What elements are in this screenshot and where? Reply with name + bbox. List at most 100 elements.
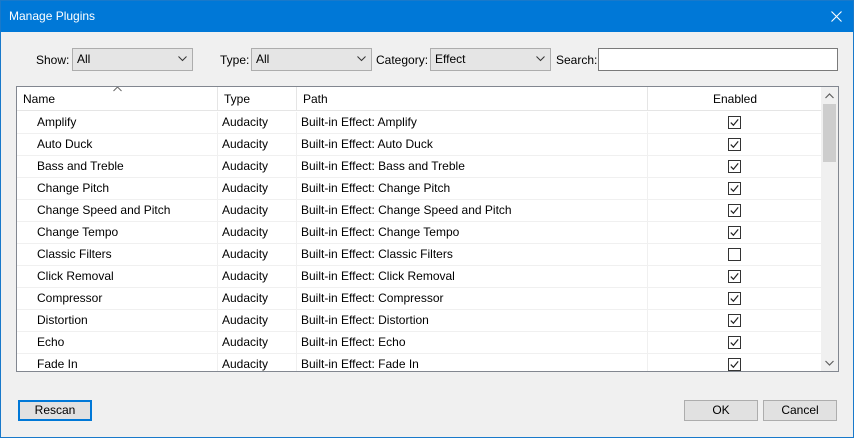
plugin-enabled-cell (648, 178, 822, 199)
plugin-name: Amplify (17, 112, 218, 133)
category-dropdown[interactable]: Effect (430, 48, 551, 71)
plugin-name: Echo (17, 332, 218, 353)
plugin-name: Compressor (17, 288, 218, 309)
plugin-type: Audacity (218, 332, 297, 353)
plugin-enabled-cell (648, 310, 822, 331)
check-icon (730, 361, 739, 369)
table-row[interactable]: Bass and Treble Audacity Built-in Effect: … (17, 156, 822, 178)
manage-plugins-dialog: Manage Plugins Show: All Type: All Categ… (0, 0, 854, 438)
plugin-path: Built-in Effect: Distortion (297, 310, 648, 331)
table-row[interactable]: Click Removal Audacity Built-in Effect: Cl… (17, 266, 822, 288)
close-button[interactable] (819, 1, 853, 32)
plugin-enabled-cell (648, 288, 822, 309)
plugin-path: Built-in Effect: Auto Duck (297, 134, 648, 155)
column-path-header[interactable]: Path (297, 87, 648, 111)
enabled-checkbox[interactable] (728, 182, 741, 195)
search-input[interactable] (598, 48, 838, 71)
plugin-path: Built-in Effect: Echo (297, 332, 648, 353)
column-name-header[interactable]: Name (17, 87, 218, 111)
plugin-type: Audacity (218, 310, 297, 331)
check-icon (730, 141, 739, 149)
scroll-down-button[interactable] (821, 354, 838, 371)
chevron-up-icon (825, 92, 834, 98)
table-row[interactable]: Echo Audacity Built-in Effect: Echo (17, 332, 822, 354)
plugin-enabled-cell (648, 156, 822, 177)
enabled-checkbox[interactable] (728, 358, 741, 371)
plugin-type: Audacity (218, 200, 297, 221)
window-title: Manage Plugins (9, 9, 96, 23)
table-row[interactable]: Amplify Audacity Built-in Effect: Amplify (17, 112, 822, 134)
plugin-name: Change Tempo (17, 222, 218, 243)
plugin-name: Bass and Treble (17, 156, 218, 177)
table-row[interactable]: Change Speed and Pitch Audacity Built-in E… (17, 200, 822, 222)
rescan-button[interactable]: Rescan (18, 400, 92, 421)
plugin-name: Fade In (17, 354, 218, 371)
enabled-checkbox[interactable] (728, 204, 741, 217)
ok-button[interactable]: OK (684, 400, 758, 421)
plugin-type: Audacity (218, 354, 297, 371)
table-row[interactable]: Fade In Audacity Built-in Effect: Fade In (17, 354, 822, 371)
column-type-header[interactable]: Type (218, 87, 297, 111)
type-label: Type: (220, 53, 250, 67)
plugin-enabled-cell (648, 112, 822, 133)
vertical-scrollbar[interactable] (821, 87, 838, 371)
enabled-checkbox[interactable] (728, 138, 741, 151)
table-row[interactable]: Change Tempo Audacity Built-in Effect: Cha… (17, 222, 822, 244)
plugin-path: Built-in Effect: Compressor (297, 288, 648, 309)
plugin-path: Built-in Effect: Change Speed and Pitch (297, 200, 648, 221)
enabled-checkbox[interactable] (728, 292, 741, 305)
enabled-checkbox[interactable] (728, 248, 741, 261)
plugin-type: Audacity (218, 156, 297, 177)
column-enabled-label: Enabled (712, 92, 758, 106)
plugin-path: Built-in Effect: Change Pitch (297, 178, 648, 199)
column-header: Name Type Path Enabled (17, 87, 822, 111)
plugin-name: Change Speed and Pitch (17, 200, 218, 221)
table-row[interactable]: Distortion Audacity Built-in Effect: Disto… (17, 310, 822, 332)
plugin-rows: Amplify Audacity Built-in Effect: Amplify A… (17, 112, 822, 371)
enabled-checkbox[interactable] (728, 116, 741, 129)
enabled-checkbox[interactable] (728, 336, 741, 349)
plugin-enabled-cell (648, 134, 822, 155)
chevron-down-icon (825, 360, 834, 366)
plugin-name: Auto Duck (17, 134, 218, 155)
sort-up-icon (113, 87, 122, 92)
plugin-path: Built-in Effect: Fade In (297, 354, 648, 371)
plugin-type: Audacity (218, 288, 297, 309)
plugin-type: Audacity (218, 134, 297, 155)
chevron-down-icon (357, 56, 366, 62)
table-row[interactable]: Compressor Audacity Built-in Effect: Compr… (17, 288, 822, 310)
plugin-type: Audacity (218, 266, 297, 287)
table-row[interactable]: Classic Filters Audacity Built-in Effect: … (17, 244, 822, 266)
plugins-list[interactable]: Name Type Path Enabled Amplify Audacity Bu… (16, 86, 839, 372)
search-label: Search: (556, 53, 598, 67)
check-icon (730, 185, 739, 193)
filter-bar: Show: All Type: All Category: Effect Sea… (1, 48, 853, 72)
plugin-enabled-cell (648, 200, 822, 221)
enabled-checkbox[interactable] (728, 270, 741, 283)
show-dropdown[interactable]: All (72, 48, 193, 71)
plugin-name: Change Pitch (17, 178, 218, 199)
enabled-checkbox[interactable] (728, 314, 741, 327)
enabled-checkbox[interactable] (728, 226, 741, 239)
table-row[interactable]: Change Pitch Audacity Built-in Effect: Cha… (17, 178, 822, 200)
table-row[interactable]: Auto Duck Audacity Built-in Effect: Auto D… (17, 134, 822, 156)
check-icon (730, 163, 739, 171)
plugin-enabled-cell (648, 266, 822, 287)
plugin-type: Audacity (218, 244, 297, 265)
cancel-button[interactable]: Cancel (763, 400, 837, 421)
title-bar: Manage Plugins (1, 1, 853, 32)
category-label: Category: (376, 53, 429, 67)
scroll-up-button[interactable] (821, 87, 838, 104)
chevron-down-icon (536, 56, 545, 62)
check-icon (730, 119, 739, 127)
plugin-type: Audacity (218, 178, 297, 199)
check-icon (730, 295, 739, 303)
type-dropdown[interactable]: All (251, 48, 372, 71)
check-icon (730, 207, 739, 215)
check-icon (730, 339, 739, 347)
scroll-thumb[interactable] (823, 104, 836, 162)
plugin-path: Built-in Effect: Change Tempo (297, 222, 648, 243)
column-enabled-header[interactable]: Enabled (648, 87, 822, 111)
show-label: Show: (36, 53, 70, 67)
enabled-checkbox[interactable] (728, 160, 741, 173)
